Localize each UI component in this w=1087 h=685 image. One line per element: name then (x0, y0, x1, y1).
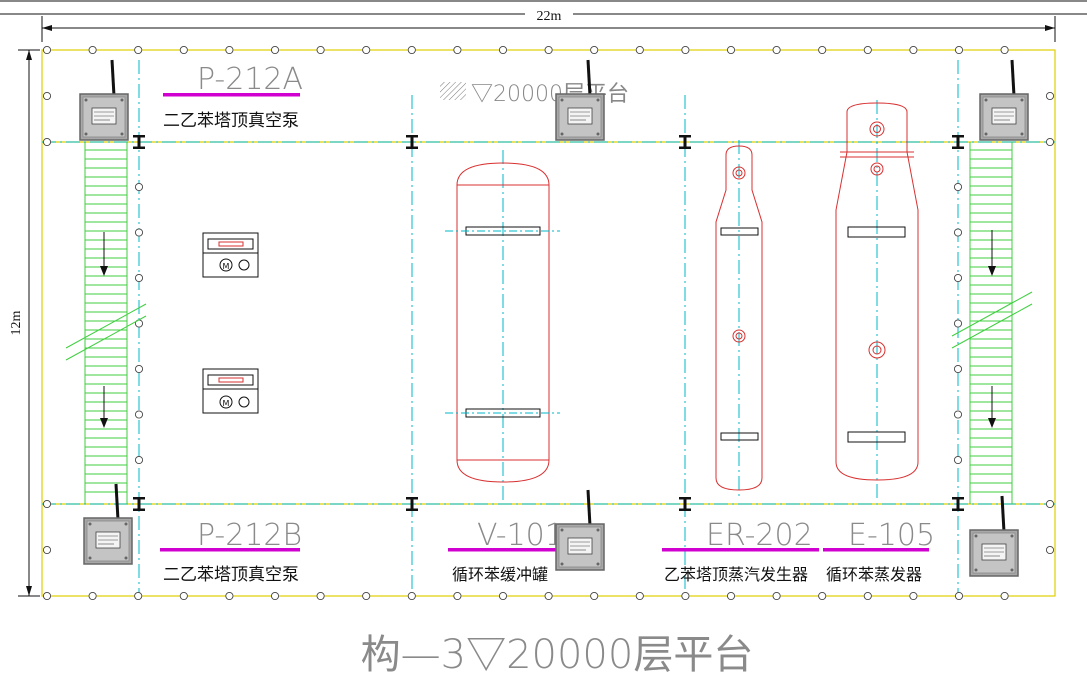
wireless-sensor-icon (78, 58, 130, 142)
width-label: 22m (537, 9, 562, 24)
svg-text:二乙苯塔顶真空泵: 二乙苯塔顶真空泵 (163, 111, 299, 131)
svg-text:乙苯塔顶蒸汽发生器: 乙苯塔顶蒸汽发生器 (664, 565, 808, 584)
wireless-sensor-icon (554, 58, 606, 142)
elevation-marker: ▽20000层平台 (471, 82, 629, 107)
platform-layout-drawing: 22m 12m M M ▽20000层平台 P-212A 二乙苯塔顶真空泵 P-… (0, 0, 1087, 678)
equipment-label-p212b: P-212B 二乙苯塔顶真空泵 (160, 518, 302, 585)
svg-text:循环苯蒸发器: 循环苯蒸发器 (826, 565, 922, 584)
svg-text:二乙苯塔顶真空泵: 二乙苯塔顶真空泵 (163, 565, 299, 585)
hatch-icon (440, 82, 466, 100)
pump-motor-icon: M (202, 368, 259, 414)
svg-text:M: M (223, 399, 230, 408)
equipment-label-p212a: P-212A 二乙苯塔顶真空泵 (163, 62, 303, 131)
stairs-right (951, 142, 1033, 504)
width-dimension: 22m (41, 8, 1056, 42)
down-arrow-icon (100, 230, 996, 428)
equipment-label-v101: V-101 循环苯缓冲罐 (448, 518, 564, 584)
height-dimension: 12m (9, 49, 40, 597)
wireless-sensor-icon (978, 58, 1030, 142)
equipment-label-er202: ER-202 乙苯塔顶蒸汽发生器 (662, 518, 819, 584)
svg-text:P-212A: P-212A (197, 62, 303, 97)
svg-text:V-101: V-101 (477, 518, 564, 553)
pump-motor-icon: M (202, 232, 259, 278)
wireless-sensor-icon (968, 494, 1020, 578)
svg-text:P-212B: P-212B (197, 518, 302, 553)
stairs-left (65, 142, 147, 504)
height-label: 12m (9, 310, 24, 335)
drawing-title: 构—3▽20000层平台 (361, 632, 754, 678)
wireless-sensor-icon (82, 482, 134, 566)
svg-text:E-105: E-105 (848, 518, 935, 553)
svg-text:M: M (223, 262, 230, 271)
wireless-sensor-icon (554, 488, 606, 572)
equipment-label-e105: E-105 循环苯蒸发器 (823, 518, 935, 584)
svg-text:ER-202: ER-202 (706, 518, 813, 553)
svg-text:循环苯缓冲罐: 循环苯缓冲罐 (452, 565, 548, 584)
